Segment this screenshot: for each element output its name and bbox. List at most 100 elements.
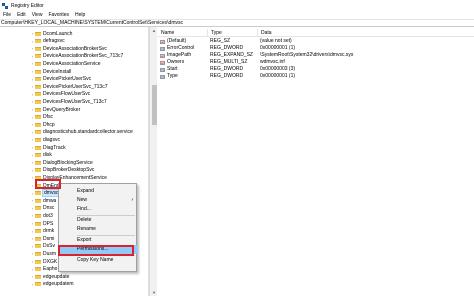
folder-icon [35, 107, 41, 112]
tree-item-label: DeviceAssociationService [43, 60, 101, 67]
tree-item[interactable]: › DeviceAssociationBrokerSvc_713c7 [30, 53, 124, 60]
tree-item[interactable]: › DXGK [30, 258, 57, 265]
tree-item[interactable]: › DialogBlockingService [30, 159, 93, 166]
folder-icon [35, 77, 41, 82]
menu-view[interactable]: View [29, 12, 46, 18]
header-name[interactable]: Name [158, 28, 208, 37]
folder-icon [35, 137, 41, 142]
tree-item[interactable]: › diagnosticshub.standardcollector.servic… [30, 129, 133, 136]
tree-item[interactable]: › DeviceAssociationBrokerSvc [30, 45, 107, 52]
tree-item[interactable]: › Dnsc [30, 205, 55, 212]
folder-icon [35, 145, 41, 150]
tree-item[interactable]: › dmvsc [30, 189, 61, 198]
tree-item[interactable]: › Dfsc [30, 114, 53, 121]
value-row[interactable]: 01 Type REG_DWORD 0x00000001 (1) [158, 73, 474, 80]
scroll-up-arrow[interactable]: ▲ [152, 28, 157, 33]
scroll-down-arrow[interactable]: ▼ [152, 290, 157, 295]
binary-value-icon: 01 [160, 46, 165, 51]
folder-icon [35, 69, 41, 74]
value-data: 0x00000001 (1) [260, 45, 296, 51]
context-menu-item[interactable]: New › [59, 196, 138, 205]
tree-item[interactable]: › disk [30, 152, 52, 159]
tree-item[interactable]: › diagsvc [30, 136, 60, 143]
value-data: (value not set) [260, 38, 292, 44]
tree-item[interactable]: › DevQueryBroker [30, 106, 80, 113]
tree-item[interactable]: › DevicePickerUserSvc [30, 76, 91, 83]
tree-item[interactable]: › DPS [30, 220, 53, 227]
folder-icon [35, 54, 41, 59]
tree-item[interactable]: › DcomLaunch [30, 30, 73, 37]
tree-item-label: diagnosticshub.standardcollector.service [43, 129, 133, 136]
tree-item[interactable]: › Dusm [30, 250, 56, 257]
value-type: REG_DWORD [210, 45, 244, 51]
tree-item[interactable]: › DevicePickerUserSvc_713c7 [30, 83, 108, 90]
context-menu-item[interactable]: Rename [59, 225, 138, 234]
tree-item[interactable]: › edgeupdatem [30, 281, 74, 288]
value-row[interactable]: ab Owners REG_MULTI_SZ wdmvsc.inf [158, 59, 474, 66]
context-menu-item[interactable]: Find... [59, 205, 138, 214]
menu-file[interactable]: File [0, 12, 14, 18]
tree-item[interactable]: › DevicesFlowUserSvc [30, 91, 90, 98]
tree-item[interactable]: › edgeupdate [30, 273, 70, 280]
tree-item[interactable]: › DevicesFlowUserSvc_713c7 [30, 98, 107, 105]
scroll-thumb[interactable] [151, 85, 157, 125]
tree-item-label: DevicePickerUserSvc_713c7 [43, 83, 108, 90]
binary-value-icon: 01 [160, 67, 165, 72]
tree-item-label: edgeupdatem [43, 281, 74, 288]
context-menu-item[interactable]: Export [59, 236, 138, 245]
tree-item-label: Dusm [43, 250, 57, 257]
tree-item[interactable]: › DiagTrack [30, 144, 66, 151]
context-menu-item-label: Delete [77, 217, 92, 223]
value-row[interactable]: ab (Default) REG_SZ (value not set) [158, 38, 474, 45]
tree-item[interactable]: › Eapho [30, 266, 58, 273]
tree-item[interactable]: › Dsmi [30, 235, 55, 242]
context-menu-item[interactable]: Delete [59, 216, 138, 225]
tree-item[interactable]: › DeviceAssociationService [30, 60, 101, 67]
binary-value-icon: 01 [160, 74, 165, 79]
tree-item-label: Dhcp [43, 121, 55, 128]
tree-item[interactable]: › defragsvc [30, 38, 65, 45]
value-data: 0x00000003 (3) [260, 66, 296, 72]
tree-item-label: DevicesFlowUserSvc [43, 91, 91, 98]
menu-edit[interactable]: Edit [14, 12, 29, 18]
tree-item[interactable]: › dmwa [30, 197, 57, 204]
tree-item-label: DevicePickerUserSvc [43, 76, 92, 83]
tree-item[interactable]: › DeviceInstall [30, 68, 72, 75]
tree-item[interactable]: › DispBrokerDesktopSvc [30, 167, 95, 174]
folder-icon [35, 274, 41, 279]
context-menu-item[interactable]: Copy Key Name [59, 256, 138, 265]
folder-icon [35, 61, 41, 66]
value-row[interactable]: ab ImagePath REG_EXPAND_SZ \SystemRoot\Syst… [158, 52, 474, 59]
window-title: Registry Editor [11, 2, 44, 9]
dmvsc-highlight-box [35, 179, 61, 189]
tree-item-label: dmvsc [41, 189, 61, 198]
value-row[interactable]: 01 Start REG_DWORD 0x00000003 (3) [158, 66, 474, 73]
folder-icon [35, 122, 41, 127]
folder-icon [35, 160, 41, 165]
folder-icon [35, 198, 41, 203]
header-type[interactable]: Type [208, 28, 258, 37]
tree-item[interactable]: › Dhcp [30, 121, 55, 128]
folder-icon [35, 267, 41, 272]
permissions-highlight-box [58, 245, 134, 256]
value-type: REG_MULTI_SZ [210, 59, 248, 65]
menu-help[interactable]: Help [72, 12, 88, 18]
tree-item[interactable]: › DsSv [30, 243, 55, 250]
address-bar[interactable]: Computer\HKEY_LOCAL_MACHINE\SYSTEM\Curre… [0, 19, 474, 27]
header-data[interactable]: Data [258, 29, 358, 37]
context-menu-item-label: Expand [77, 188, 94, 194]
value-data: \SystemRoot\System32\drivers\dmvsc.sys [260, 52, 354, 58]
context-menu-item[interactable]: Expand [59, 187, 138, 196]
value-name: (Default) [167, 38, 187, 44]
menu-favorites[interactable]: Favorites [45, 12, 72, 18]
tree-item-label: disk [43, 152, 52, 159]
tree-item[interactable]: › drmk [30, 228, 54, 235]
context-menu-item-label: Rename [77, 226, 96, 232]
value-name: Owners [167, 59, 185, 65]
tree-item-label: DPS [43, 220, 54, 227]
tree-item-label: diagsvc [43, 136, 60, 143]
tree-scrollbar[interactable]: ▲ ▼ [149, 27, 157, 296]
tree-item-label: DevQueryBroker [43, 106, 81, 113]
tree-item[interactable]: › dot3 [30, 212, 53, 219]
value-row[interactable]: 01 ErrorControl REG_DWORD 0x00000001 (1) [158, 45, 474, 52]
